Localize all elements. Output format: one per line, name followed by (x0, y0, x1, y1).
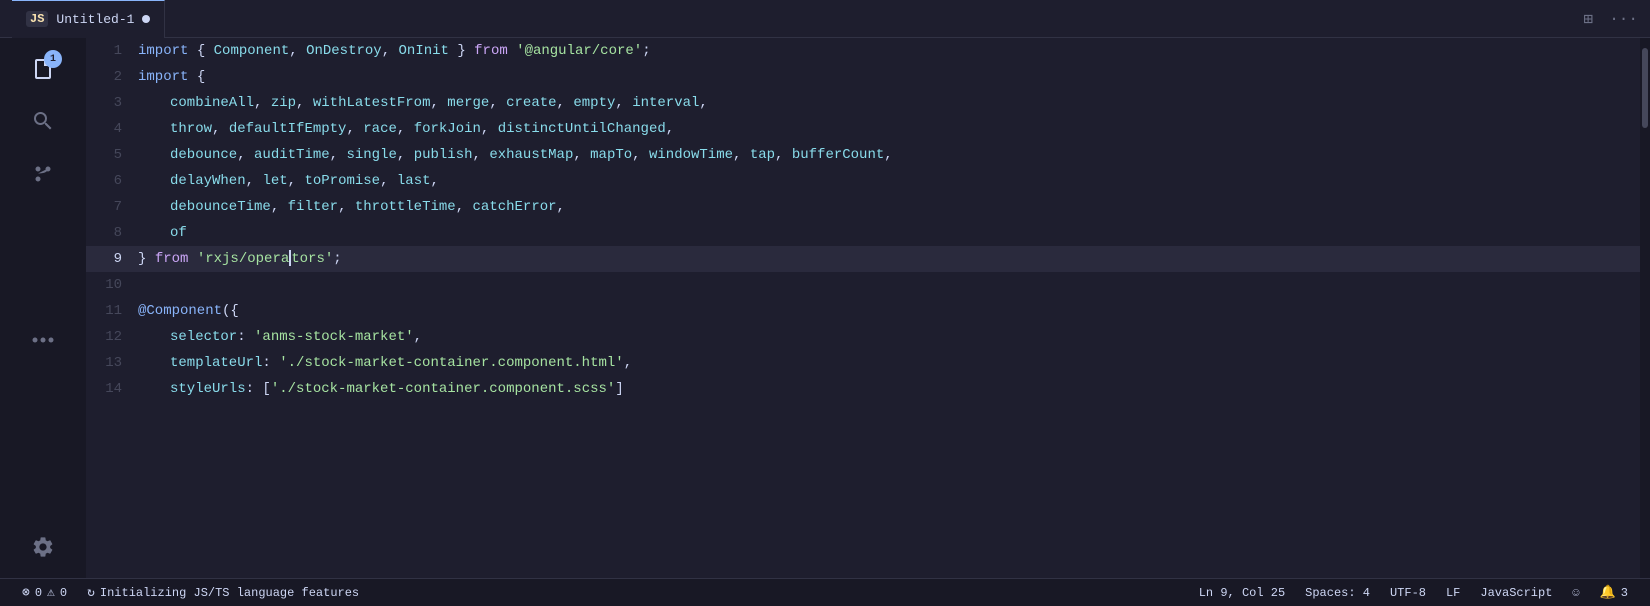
smiley-icon: ☺ (1572, 586, 1579, 600)
language-label: JavaScript (1480, 586, 1552, 600)
warning-number: 0 (60, 586, 67, 600)
table-row: 12 selector: 'anms-stock-market', (86, 324, 1640, 350)
spaces-setting[interactable]: Spaces: 4 (1295, 586, 1380, 600)
settings-icon[interactable] (20, 524, 66, 570)
table-row: 9 } from 'rxjs/operators'; (86, 246, 1640, 272)
extensions-more-icon[interactable] (20, 317, 66, 363)
error-count[interactable]: ⊗ 0 ⚠ 0 (12, 579, 77, 606)
language-setting[interactable]: JavaScript (1470, 586, 1562, 600)
encoding-setting[interactable]: UTF-8 (1380, 586, 1436, 600)
spaces-label: Spaces: 4 (1305, 586, 1370, 600)
scrollbar-thumb[interactable] (1642, 48, 1648, 128)
warning-icon: ⚠ (47, 585, 55, 600)
notifications-button[interactable]: 🔔 3 (1590, 585, 1638, 600)
layout-icon[interactable]: ⊞ (1584, 9, 1594, 29)
line-ending-label: LF (1446, 586, 1460, 600)
tab-filename: Untitled-1 (56, 12, 134, 27)
table-row: 1 import { Component, OnDestroy, OnInit … (86, 38, 1640, 64)
editor-area: 1 import { Component, OnDestroy, OnInit … (86, 38, 1650, 578)
source-control-icon[interactable] (20, 150, 66, 196)
more-menu-icon[interactable]: ··· (1609, 10, 1638, 28)
table-row: 11 @Component({ (86, 298, 1640, 324)
code-wrapper: 1 import { Component, OnDestroy, OnInit … (86, 38, 1650, 578)
files-badge: 1 (44, 50, 62, 68)
code-editor[interactable]: 1 import { Component, OnDestroy, OnInit … (86, 38, 1640, 578)
editor-scrollbar[interactable] (1640, 38, 1650, 578)
status-right-group: Ln 9, Col 25 Spaces: 4 UTF-8 LF JavaScri… (1189, 585, 1638, 600)
main-area: 1 (0, 38, 1650, 578)
files-icon[interactable]: 1 (20, 46, 66, 92)
cursor-pos-label: Ln 9, Col 25 (1199, 586, 1285, 600)
bell-icon: 🔔 (1600, 585, 1616, 600)
table-row: 4 throw, defaultIfEmpty, race, forkJoin,… (86, 116, 1640, 142)
error-icon: ⊗ (22, 585, 30, 600)
line-ending-setting[interactable]: LF (1436, 586, 1470, 600)
table-row: 2 import { (86, 64, 1640, 90)
sync-status[interactable]: ↻ Initializing JS/TS language features (77, 579, 369, 606)
table-row: 8 of (86, 220, 1640, 246)
table-row: 13 templateUrl: './stock-market-containe… (86, 350, 1640, 376)
error-number: 0 (35, 586, 42, 600)
table-row: 10 (86, 272, 1640, 298)
table-row: 6 delayWhen, let, toPromise, last, (86, 168, 1640, 194)
search-icon[interactable] (20, 98, 66, 144)
activity-bar: 1 (0, 38, 86, 578)
tab-modified-dot (142, 15, 150, 23)
title-bar-actions: ⊞ ··· (1584, 9, 1638, 29)
js-file-icon: JS (26, 11, 48, 27)
smiley-button[interactable]: ☺ (1562, 586, 1589, 600)
cursor-position[interactable]: Ln 9, Col 25 (1189, 586, 1295, 600)
sync-label: Initializing JS/TS language features (100, 586, 359, 600)
title-bar: JS Untitled-1 ⊞ ··· (0, 0, 1650, 38)
table-row: 3 combineAll, zip, withLatestFrom, merge… (86, 90, 1640, 116)
table-row: 7 debounceTime, filter, throttleTime, ca… (86, 194, 1640, 220)
editor-tab[interactable]: JS Untitled-1 (12, 0, 165, 38)
sync-icon: ↻ (87, 585, 95, 600)
notification-count: 3 (1621, 586, 1628, 600)
table-row: 14 styleUrls: ['./stock-market-container… (86, 376, 1640, 402)
status-bar: ⊗ 0 ⚠ 0 ↻ Initializing JS/TS language fe… (0, 578, 1650, 606)
encoding-label: UTF-8 (1390, 586, 1426, 600)
table-row: 5 debounce, auditTime, single, publish, … (86, 142, 1640, 168)
